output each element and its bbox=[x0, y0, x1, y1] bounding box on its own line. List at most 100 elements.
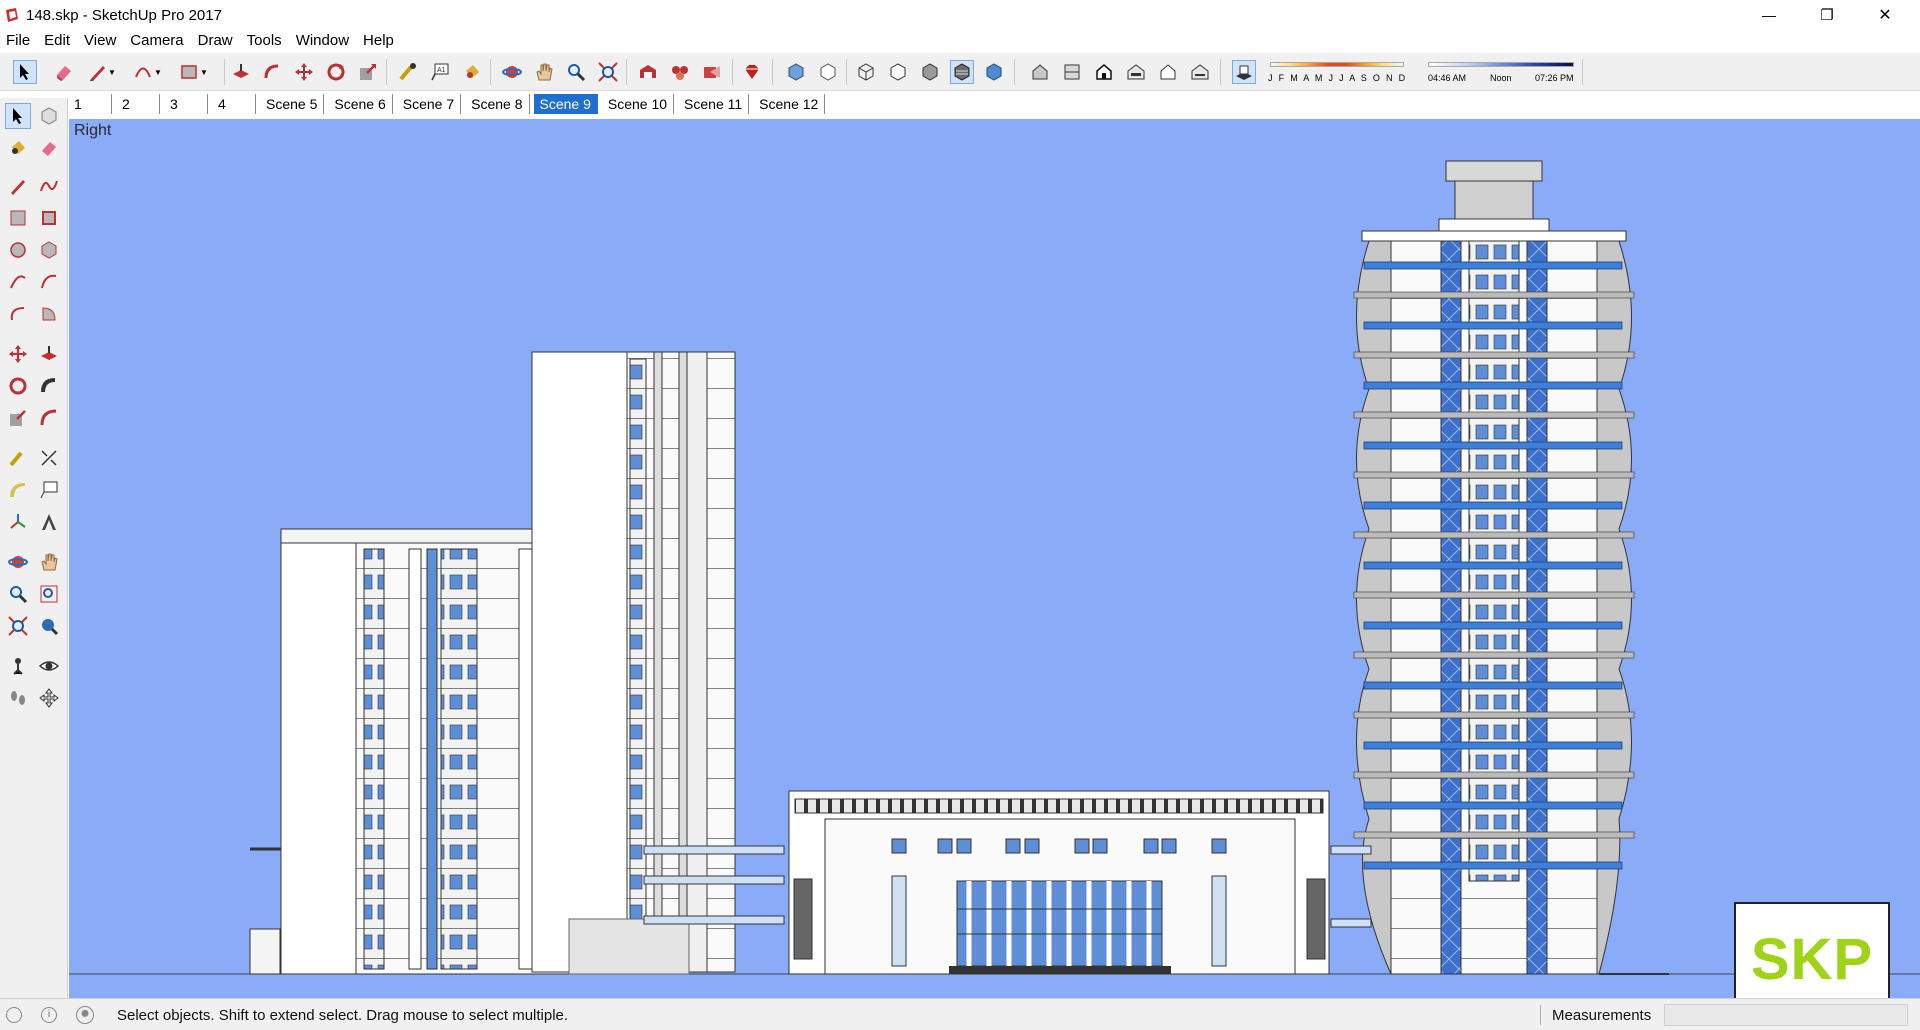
previous-view-button[interactable] bbox=[36, 613, 62, 639]
tape-measure-button[interactable] bbox=[5, 445, 31, 471]
rotated-rectangle-button[interactable] bbox=[36, 205, 62, 231]
scene-tab-3[interactable]: 3 bbox=[164, 94, 208, 114]
eraser-tool-button[interactable] bbox=[52, 60, 76, 84]
rectangle-tool-button[interactable] bbox=[5, 205, 31, 231]
shaded-button[interactable] bbox=[918, 60, 942, 84]
scene-tab-9[interactable]: Scene 9 bbox=[533, 94, 598, 114]
top-view-button[interactable] bbox=[1060, 60, 1084, 84]
wireframe-button[interactable] bbox=[854, 60, 878, 84]
paint-bucket-button[interactable] bbox=[460, 60, 484, 84]
model-viewport[interactable]: Right bbox=[69, 119, 1920, 998]
front-view-button[interactable] bbox=[1092, 60, 1116, 84]
warehouse-button[interactable] bbox=[636, 60, 660, 84]
scene-tab-6[interactable]: Scene 6 bbox=[328, 94, 393, 114]
offset-tool-button[interactable] bbox=[36, 405, 62, 431]
zoom-button[interactable] bbox=[564, 60, 588, 84]
zoom-extents-button[interactable] bbox=[5, 613, 31, 639]
scene-tab-8[interactable]: Scene 8 bbox=[465, 94, 530, 114]
select-tool-button[interactable] bbox=[13, 60, 37, 84]
scene-tab-12[interactable]: Scene 12 bbox=[753, 94, 826, 114]
make-component-button[interactable] bbox=[36, 103, 62, 129]
zoom-button[interactable] bbox=[5, 581, 31, 607]
push-pull-button[interactable] bbox=[36, 341, 62, 367]
select-tool-button[interactable] bbox=[5, 103, 31, 129]
text-tool-button[interactable] bbox=[36, 477, 62, 503]
back-edges-button[interactable] bbox=[816, 60, 840, 84]
arc-tool-button[interactable] bbox=[5, 269, 31, 295]
zoom-extents-button[interactable] bbox=[596, 60, 620, 84]
line-dropdown[interactable]: ▼ bbox=[106, 60, 118, 84]
rotate-tool-button[interactable] bbox=[324, 60, 348, 84]
components-button[interactable] bbox=[668, 60, 692, 84]
xray-style-button[interactable] bbox=[784, 60, 808, 84]
shape-dropdown[interactable]: ▼ bbox=[198, 60, 210, 84]
scene-tab-5[interactable]: Scene 5 bbox=[260, 94, 325, 114]
menu-camera[interactable]: Camera bbox=[124, 30, 191, 52]
look-around-button[interactable] bbox=[36, 653, 62, 679]
eraser-tool-button[interactable] bbox=[36, 135, 62, 161]
iso-view-button[interactable] bbox=[1028, 60, 1052, 84]
scene-tab-10[interactable]: Scene 10 bbox=[602, 94, 675, 114]
scene-tab-4[interactable]: 4 bbox=[212, 94, 256, 114]
follow-me-button[interactable] bbox=[36, 373, 62, 399]
follow-me-button[interactable] bbox=[260, 60, 284, 84]
two-point-arc-button[interactable] bbox=[36, 269, 62, 295]
protractor-button[interactable] bbox=[5, 477, 31, 503]
move-tool-button[interactable] bbox=[292, 60, 316, 84]
section-plane-button[interactable] bbox=[36, 685, 62, 711]
polygon-tool-button[interactable] bbox=[36, 237, 62, 263]
credits-icon[interactable]: i bbox=[41, 1007, 57, 1023]
rotate-tool-button[interactable] bbox=[5, 373, 31, 399]
orbit-button[interactable] bbox=[500, 60, 524, 84]
orbit-button[interactable] bbox=[5, 549, 31, 575]
menu-edit[interactable]: Edit bbox=[38, 30, 78, 52]
scale-tool-button[interactable] bbox=[356, 60, 380, 84]
freehand-tool-button[interactable] bbox=[36, 173, 62, 199]
left-view-button[interactable] bbox=[1188, 60, 1212, 84]
paint-bucket-button[interactable] bbox=[5, 135, 31, 161]
three-point-arc-button[interactable] bbox=[5, 301, 31, 327]
menu-tools[interactable]: Tools bbox=[241, 30, 290, 52]
scene-tab-11[interactable]: Scene 11 bbox=[678, 94, 750, 114]
pie-tool-button[interactable] bbox=[36, 301, 62, 327]
pan-button[interactable] bbox=[532, 60, 556, 84]
measurements-input[interactable] bbox=[1664, 1004, 1908, 1026]
circle-tool-button[interactable] bbox=[5, 237, 31, 263]
monochrome-button[interactable] bbox=[982, 60, 1006, 84]
close-button[interactable]: ✕ bbox=[1856, 0, 1914, 30]
text-tool-button[interactable]: A1 bbox=[428, 60, 452, 84]
scale-tool-button[interactable] bbox=[5, 405, 31, 431]
menu-file[interactable]: File bbox=[0, 30, 38, 52]
xray-cube-icon bbox=[788, 63, 804, 81]
pan-button[interactable] bbox=[36, 549, 62, 575]
minimize-button[interactable]: — bbox=[1740, 0, 1798, 30]
extension-warehouse-button[interactable] bbox=[740, 60, 764, 84]
menu-draw[interactable]: Draw bbox=[192, 30, 241, 52]
position-camera-button[interactable] bbox=[5, 653, 31, 679]
back-view-button[interactable] bbox=[1156, 60, 1180, 84]
user-account-icon[interactable] bbox=[76, 1006, 94, 1024]
scene-tab-2[interactable]: 2 bbox=[116, 94, 160, 114]
3d-text-button[interactable] bbox=[36, 509, 62, 535]
geo-location-icon[interactable] bbox=[6, 1007, 22, 1023]
menu-window[interactable]: Window bbox=[290, 30, 357, 52]
line-tool-button[interactable] bbox=[5, 173, 31, 199]
arc-dropdown[interactable]: ▼ bbox=[152, 60, 164, 84]
scene-tab-1[interactable]: 1 bbox=[68, 94, 112, 114]
walk-button[interactable] bbox=[5, 685, 31, 711]
display-shadows-button[interactable] bbox=[1232, 60, 1256, 84]
move-tool-button[interactable] bbox=[5, 341, 31, 367]
hidden-line-button[interactable] bbox=[886, 60, 910, 84]
zoom-window-button[interactable] bbox=[36, 581, 62, 607]
share-model-button[interactable] bbox=[700, 60, 724, 84]
menu-view[interactable]: View bbox=[78, 30, 124, 52]
scene-tab-7[interactable]: Scene 7 bbox=[397, 94, 462, 114]
tape-measure-button[interactable] bbox=[396, 60, 420, 84]
restore-button[interactable]: ❐ bbox=[1798, 0, 1856, 30]
push-pull-button[interactable] bbox=[229, 60, 253, 84]
right-view-button[interactable] bbox=[1124, 60, 1148, 84]
shaded-textures-button[interactable] bbox=[950, 60, 974, 84]
axes-tool-button[interactable] bbox=[5, 509, 31, 535]
menu-help[interactable]: Help bbox=[357, 30, 402, 52]
dimension-tool-button[interactable] bbox=[36, 445, 62, 471]
